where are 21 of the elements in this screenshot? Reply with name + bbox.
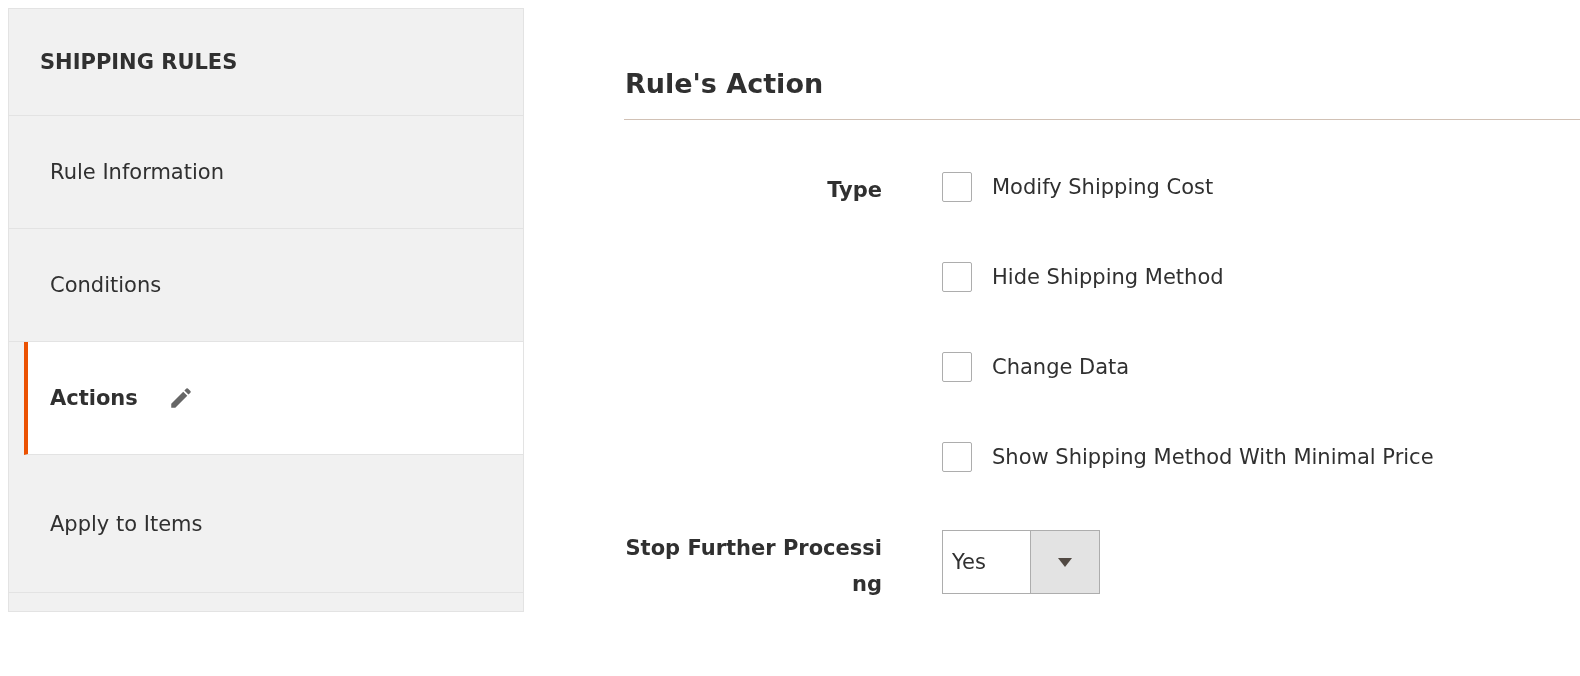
sidebar-title: SHIPPING RULES: [9, 9, 523, 116]
tab-label: Rule Information: [50, 160, 224, 184]
checkbox-label: Hide Shipping Method: [992, 265, 1224, 289]
checkbox[interactable]: [942, 172, 972, 202]
sidebar-tab[interactable]: Rule Information: [9, 116, 523, 229]
tab-label: Actions: [50, 386, 138, 410]
checkbox-label: Show Shipping Method With Minimal Price: [992, 445, 1434, 469]
select-field[interactable]: Yes: [942, 530, 1100, 594]
field-label: Stop Further Processing: [624, 535, 882, 598]
caret-icon: [1058, 557, 1072, 567]
sidebar-tab[interactable]: Actions: [24, 342, 523, 455]
checkbox-label: Modify Shipping Cost: [992, 175, 1214, 199]
checkbox-label: Change Data: [992, 355, 1130, 379]
sidebar-tab[interactable]: Apply to Items: [9, 455, 523, 593]
field-label: Type: [826, 177, 882, 204]
checkbox[interactable]: [942, 352, 972, 382]
tab-label: Apply to Items: [50, 511, 203, 536]
checkbox[interactable]: [942, 262, 972, 292]
tab-label: Conditions: [50, 273, 162, 297]
section-title: Rule's Action: [624, 68, 1580, 120]
checkbox[interactable]: [942, 442, 972, 472]
